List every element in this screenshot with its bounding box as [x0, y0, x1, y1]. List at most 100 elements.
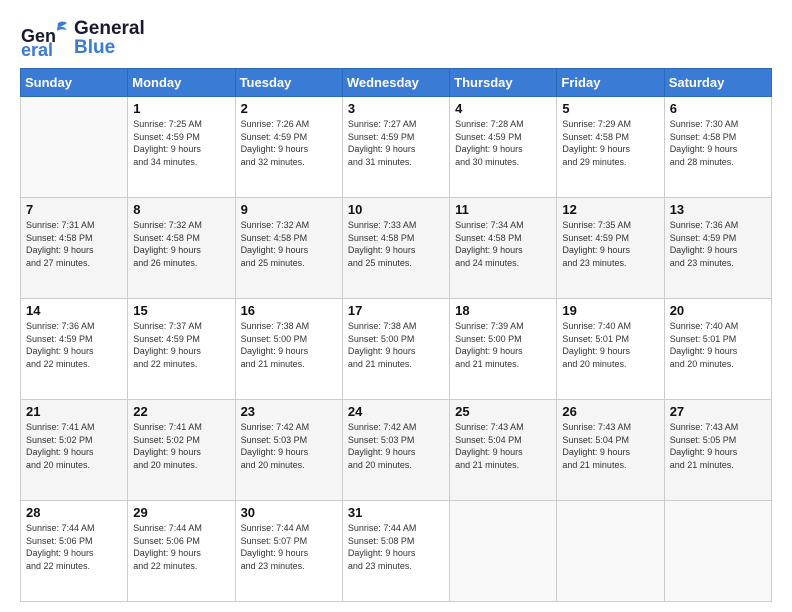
logo: Gen eral General Blue [20, 18, 145, 58]
day-number: 28 [26, 505, 122, 520]
day-number: 12 [562, 202, 658, 217]
table-row: 6 Sunrise: 7:30 AMSunset: 4:58 PMDaylight… [664, 97, 771, 198]
day-number: 18 [455, 303, 551, 318]
day-info: Sunrise: 7:30 AMSunset: 4:58 PMDaylight:… [670, 118, 766, 168]
day-number: 7 [26, 202, 122, 217]
day-info: Sunrise: 7:32 AMSunset: 4:58 PMDaylight:… [241, 219, 337, 269]
table-row: 12 Sunrise: 7:35 AMSunset: 4:59 PMDayligh… [557, 198, 664, 299]
col-monday: Monday [128, 69, 235, 97]
table-row: 19 Sunrise: 7:40 AMSunset: 5:01 PMDayligh… [557, 299, 664, 400]
calendar-table: Sunday Monday Tuesday Wednesday Thursday… [20, 68, 772, 602]
day-info: Sunrise: 7:36 AMSunset: 4:59 PMDaylight:… [26, 320, 122, 370]
table-row: 30Sunrise: 7:44 AMSunset: 5:07 PMDayligh… [235, 501, 342, 602]
calendar-week-row: 21 Sunrise: 7:41 AMSunset: 5:02 PMDayligh… [21, 400, 772, 501]
table-row: 17 Sunrise: 7:38 AMSunset: 5:00 PMDayligh… [342, 299, 449, 400]
table-row: 26 Sunrise: 7:43 AMSunset: 5:04 PMDayligh… [557, 400, 664, 501]
day-number: 3 [348, 101, 444, 116]
day-info: Sunrise: 7:28 AMSunset: 4:59 PMDaylight:… [455, 118, 551, 168]
calendar-week-row: 1 Sunrise: 7:25 AMSunset: 4:59 PMDaylight… [21, 97, 772, 198]
day-info: Sunrise: 7:43 AMSunset: 5:04 PMDaylight:… [562, 421, 658, 471]
day-info: Sunrise: 7:43 AMSunset: 5:05 PMDaylight:… [670, 421, 766, 471]
table-row: 11 Sunrise: 7:34 AMSunset: 4:58 PMDayligh… [450, 198, 557, 299]
col-thursday: Thursday [450, 69, 557, 97]
table-row: 21 Sunrise: 7:41 AMSunset: 5:02 PMDayligh… [21, 400, 128, 501]
day-number: 27 [670, 404, 766, 419]
day-info: Sunrise: 7:41 AMSunset: 5:02 PMDaylight:… [26, 421, 122, 471]
day-info: Sunrise: 7:29 AMSunset: 4:58 PMDaylight:… [562, 118, 658, 168]
day-info: Sunrise: 7:42 AMSunset: 5:03 PMDaylight:… [348, 421, 444, 471]
col-wednesday: Wednesday [342, 69, 449, 97]
day-number: 26 [562, 404, 658, 419]
day-number: 25 [455, 404, 551, 419]
table-row: 18 Sunrise: 7:39 AMSunset: 5:00 PMDayligh… [450, 299, 557, 400]
table-row [557, 501, 664, 602]
day-info: Sunrise: 7:43 AMSunset: 5:04 PMDaylight:… [455, 421, 551, 471]
col-sunday: Sunday [21, 69, 128, 97]
day-info: Sunrise: 7:36 AMSunset: 4:59 PMDaylight:… [670, 219, 766, 269]
table-row: 2Sunrise: 7:26 AMSunset: 4:59 PMDaylight… [235, 97, 342, 198]
day-info: Sunrise: 7:33 AMSunset: 4:58 PMDaylight:… [348, 219, 444, 269]
day-info: Sunrise: 7:44 AMSunset: 5:06 PMDaylight:… [133, 522, 229, 572]
day-number: 16 [241, 303, 337, 318]
day-number: 31 [348, 505, 444, 520]
table-row [21, 97, 128, 198]
table-row: 4Sunrise: 7:28 AMSunset: 4:59 PMDaylight… [450, 97, 557, 198]
table-row: 8 Sunrise: 7:32 AMSunset: 4:58 PMDaylight… [128, 198, 235, 299]
day-number: 24 [348, 404, 444, 419]
table-row: 16 Sunrise: 7:38 AMSunset: 5:00 PMDayligh… [235, 299, 342, 400]
day-number: 8 [133, 202, 229, 217]
day-info: Sunrise: 7:41 AMSunset: 5:02 PMDaylight:… [133, 421, 229, 471]
day-info: Sunrise: 7:38 AMSunset: 5:00 PMDaylight:… [348, 320, 444, 370]
page: Gen eral General Blue Sunday Monday Tues… [0, 0, 792, 612]
day-info: Sunrise: 7:38 AMSunset: 5:00 PMDaylight:… [241, 320, 337, 370]
table-row: 22Sunrise: 7:41 AMSunset: 5:02 PMDayligh… [128, 400, 235, 501]
calendar-header-row: Sunday Monday Tuesday Wednesday Thursday… [21, 69, 772, 97]
day-number: 15 [133, 303, 229, 318]
table-row: 5Sunrise: 7:29 AMSunset: 4:58 PMDaylight… [557, 97, 664, 198]
day-info: Sunrise: 7:44 AMSunset: 5:06 PMDaylight:… [26, 522, 122, 572]
day-number: 29 [133, 505, 229, 520]
col-friday: Friday [557, 69, 664, 97]
table-row: 10 Sunrise: 7:33 AMSunset: 4:58 PMDayligh… [342, 198, 449, 299]
day-info: Sunrise: 7:25 AMSunset: 4:59 PMDaylight:… [133, 118, 229, 168]
day-number: 1 [133, 101, 229, 116]
day-number: 19 [562, 303, 658, 318]
day-number: 2 [241, 101, 337, 116]
table-row: 23 Sunrise: 7:42 AMSunset: 5:03 PMDayligh… [235, 400, 342, 501]
day-info: Sunrise: 7:42 AMSunset: 5:03 PMDaylight:… [241, 421, 337, 471]
table-row: 7 Sunrise: 7:31 AMSunset: 4:58 PMDaylight… [21, 198, 128, 299]
table-row: 9Sunrise: 7:32 AMSunset: 4:58 PMDaylight… [235, 198, 342, 299]
calendar-week-row: 7 Sunrise: 7:31 AMSunset: 4:58 PMDaylight… [21, 198, 772, 299]
day-info: Sunrise: 7:39 AMSunset: 5:00 PMDaylight:… [455, 320, 551, 370]
calendar-week-row: 28 Sunrise: 7:44 AMSunset: 5:06 PMDayligh… [21, 501, 772, 602]
day-number: 21 [26, 404, 122, 419]
day-info: Sunrise: 7:35 AMSunset: 4:59 PMDaylight:… [562, 219, 658, 269]
day-info: Sunrise: 7:31 AMSunset: 4:58 PMDaylight:… [26, 219, 122, 269]
table-row: 27 Sunrise: 7:43 AMSunset: 5:05 PMDayligh… [664, 400, 771, 501]
table-row: 13 Sunrise: 7:36 AMSunset: 4:59 PMDayligh… [664, 198, 771, 299]
table-row: 20 Sunrise: 7:40 AMSunset: 5:01 PMDayligh… [664, 299, 771, 400]
day-number: 17 [348, 303, 444, 318]
col-saturday: Saturday [664, 69, 771, 97]
day-info: Sunrise: 7:34 AMSunset: 4:58 PMDaylight:… [455, 219, 551, 269]
day-number: 10 [348, 202, 444, 217]
day-number: 23 [241, 404, 337, 419]
day-info: Sunrise: 7:40 AMSunset: 5:01 PMDaylight:… [670, 320, 766, 370]
table-row: 14 Sunrise: 7:36 AMSunset: 4:59 PMDayligh… [21, 299, 128, 400]
logo-icon: Gen eral [20, 18, 68, 58]
day-info: Sunrise: 7:27 AMSunset: 4:59 PMDaylight:… [348, 118, 444, 168]
day-info: Sunrise: 7:44 AMSunset: 5:08 PMDaylight:… [348, 522, 444, 572]
day-number: 20 [670, 303, 766, 318]
day-info: Sunrise: 7:37 AMSunset: 4:59 PMDaylight:… [133, 320, 229, 370]
day-number: 6 [670, 101, 766, 116]
table-row: 29 Sunrise: 7:44 AMSunset: 5:06 PMDayligh… [128, 501, 235, 602]
day-number: 30 [241, 505, 337, 520]
day-number: 11 [455, 202, 551, 217]
day-number: 13 [670, 202, 766, 217]
table-row: 3 Sunrise: 7:27 AMSunset: 4:59 PMDaylight… [342, 97, 449, 198]
table-row [450, 501, 557, 602]
day-info: Sunrise: 7:40 AMSunset: 5:01 PMDaylight:… [562, 320, 658, 370]
day-number: 14 [26, 303, 122, 318]
day-info: Sunrise: 7:32 AMSunset: 4:58 PMDaylight:… [133, 219, 229, 269]
table-row: 25 Sunrise: 7:43 AMSunset: 5:04 PMDayligh… [450, 400, 557, 501]
